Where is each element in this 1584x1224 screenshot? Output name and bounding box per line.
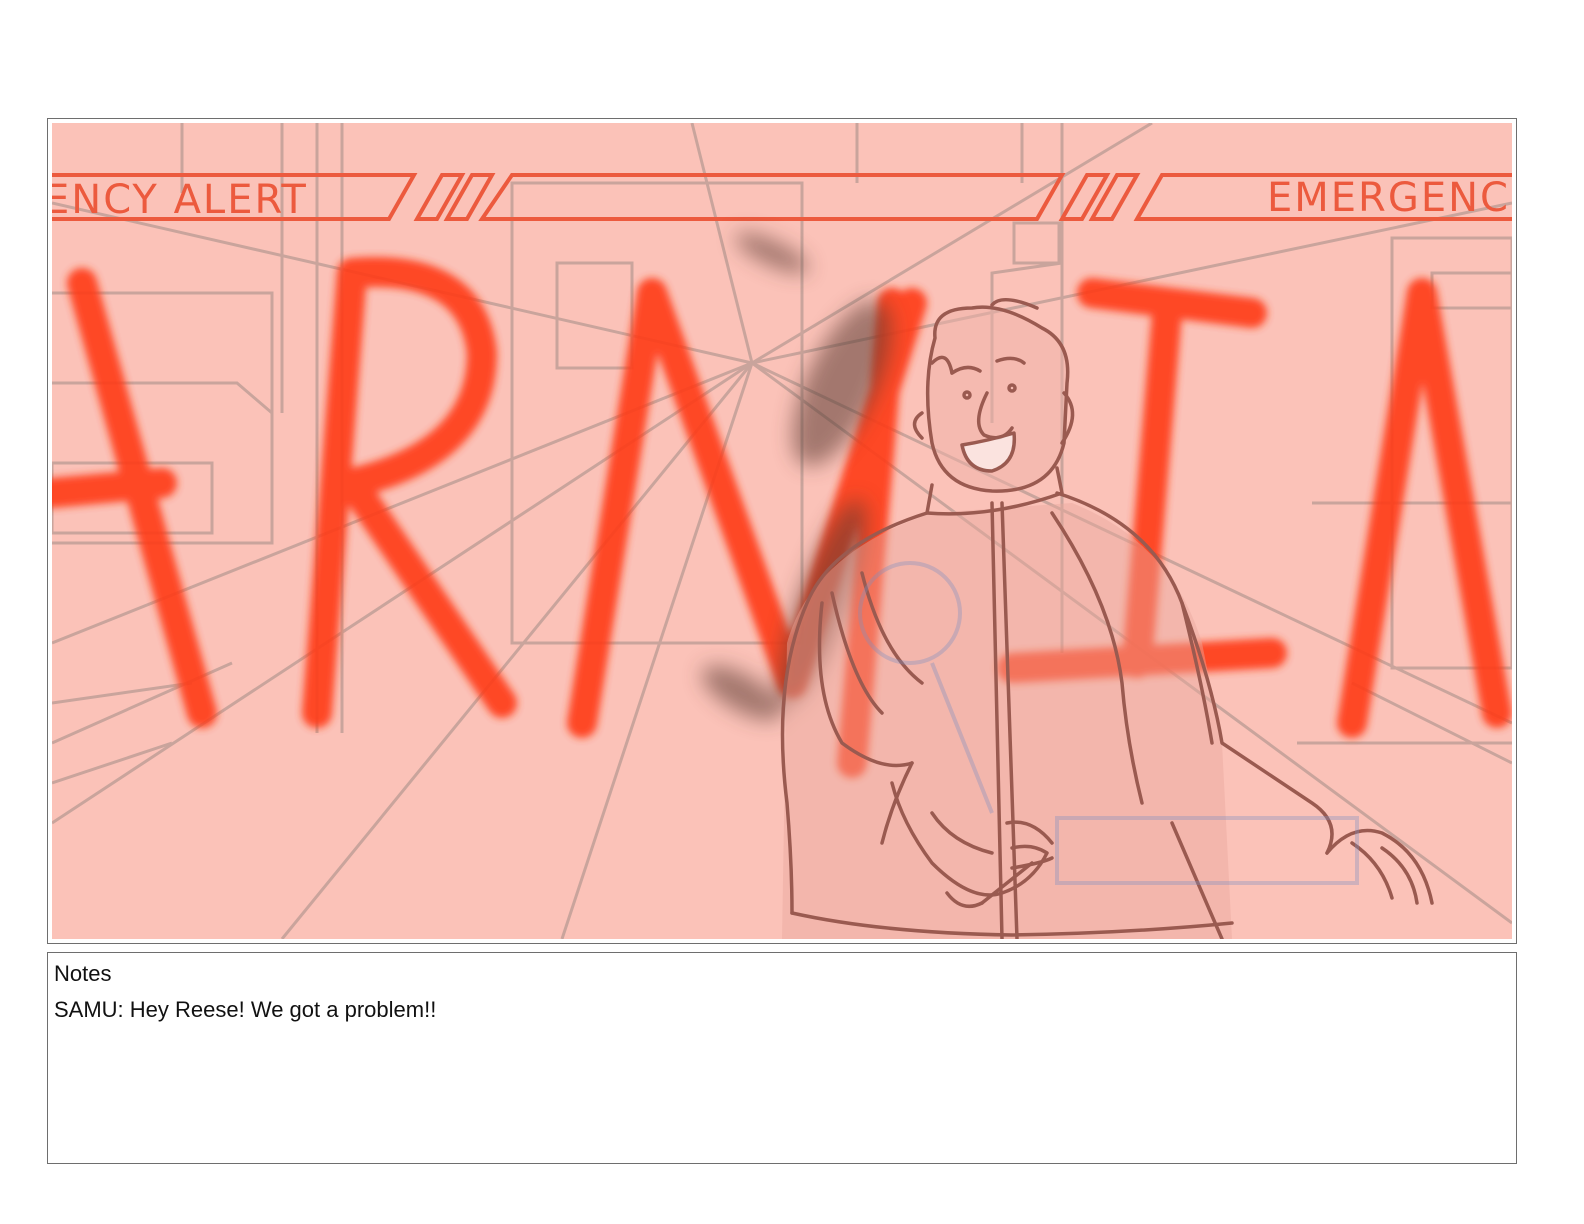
panel-drawing: ENCY ALERT EMERGENC (52, 123, 1512, 939)
notes-label: Notes (54, 961, 112, 986)
banner-right-text: EMERGENC (1267, 175, 1510, 221)
storyboard-panel: ENCY ALERT EMERGENC (47, 118, 1517, 944)
notes-box[interactable]: Notes SAMU: Hey Reese! We got a problem!… (47, 952, 1517, 1164)
notes-text[interactable]: SAMU: Hey Reese! We got a problem!! (54, 997, 436, 1023)
warning-letters (52, 257, 1512, 778)
banner-left-text: ENCY ALERT (52, 177, 308, 223)
